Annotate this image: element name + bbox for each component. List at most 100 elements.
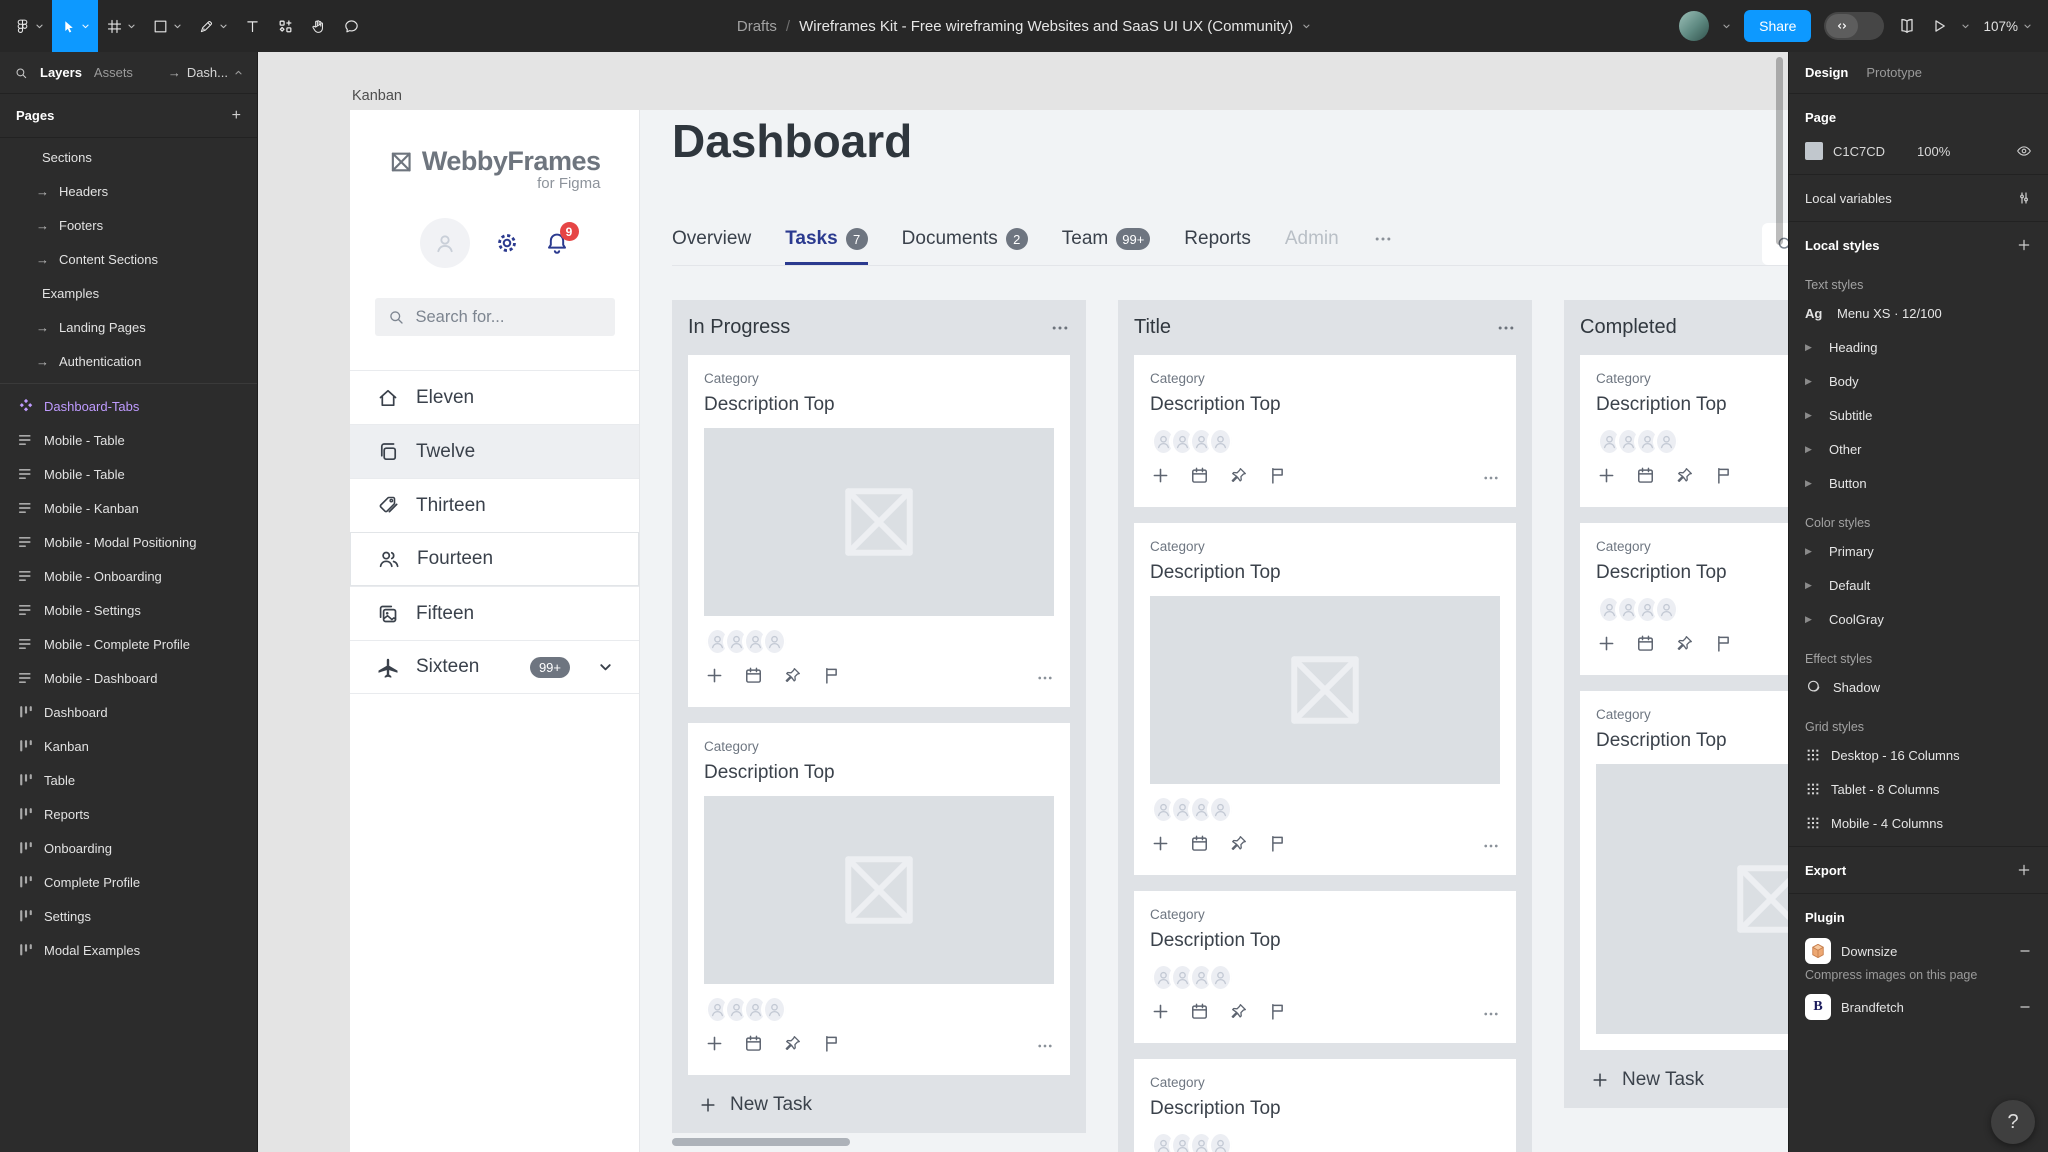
assignee-avatar[interactable]	[1207, 796, 1234, 823]
library-book-icon[interactable]	[1897, 16, 1917, 36]
card-flag-action[interactable]	[1267, 833, 1288, 859]
assignee-avatar[interactable]	[1653, 596, 1680, 623]
style-group-body[interactable]: ▶Body	[1789, 364, 2048, 398]
color-swatch[interactable]	[1805, 142, 1823, 160]
text-tool-button[interactable]	[236, 0, 269, 52]
card-schedule-action[interactable]	[1635, 465, 1656, 491]
card-flag-action[interactable]	[821, 665, 842, 691]
wireframe-search-input[interactable]: Search for...	[375, 298, 615, 336]
sidebar-page-item[interactable]: →Footers	[0, 208, 257, 242]
card-schedule-action[interactable]	[1189, 1001, 1210, 1027]
style-item-shadow[interactable]: Shadow	[1789, 670, 2048, 704]
sidebar-page-item[interactable]: Sections	[0, 140, 257, 174]
user-avatar[interactable]	[1679, 11, 1709, 41]
style-group-heading[interactable]: ▶Heading	[1789, 330, 2048, 364]
sidebar-page-item[interactable]: →Landing Pages	[0, 310, 257, 344]
card-flag-action[interactable]	[821, 1033, 842, 1059]
chevron-down-icon[interactable]	[1722, 22, 1731, 31]
task-card[interactable]: CategoryDescription Top	[1134, 355, 1516, 507]
sidebar-page-item[interactable]: Kanban	[0, 729, 257, 763]
canvas[interactable]: Kanban WebbyFrames for Figma 9	[258, 52, 1788, 1152]
sidebar-page-item[interactable]: Mobile - Table	[0, 423, 257, 457]
card-pin-action[interactable]	[1228, 465, 1249, 491]
wireframe-horizontal-scrollbar[interactable]	[672, 1138, 850, 1146]
nav-item-thirteen[interactable]: Thirteen	[350, 478, 639, 532]
frame-label[interactable]: Kanban	[352, 88, 402, 104]
remove-plugin-icon[interactable]	[2018, 944, 2032, 958]
tab-assets[interactable]: Assets	[94, 65, 133, 80]
card-pin-action[interactable]	[1674, 465, 1695, 491]
add-page-button[interactable]: +	[232, 107, 241, 125]
add-export-icon[interactable]	[2016, 862, 2032, 878]
card-pin-action[interactable]	[1674, 633, 1695, 659]
sidebar-page-item[interactable]: Examples	[0, 276, 257, 310]
task-card[interactable]: CategoryDescription Top	[688, 723, 1070, 1075]
shape-tool-button[interactable]	[144, 0, 190, 52]
task-card[interactable]: CategoryDescription Top	[1134, 1059, 1516, 1152]
card-schedule-action[interactable]	[743, 1033, 764, 1059]
sidebar-page-item[interactable]: Mobile - Table	[0, 457, 257, 491]
sidebar-page-item[interactable]: Dashboard	[0, 695, 257, 729]
page-color-row[interactable]: C1C7CD 100%	[1789, 134, 2048, 168]
share-button[interactable]: Share	[1744, 10, 1811, 42]
card-add-action[interactable]	[704, 1033, 725, 1059]
card-add-action[interactable]	[1150, 1001, 1171, 1027]
card-flag-action[interactable]	[1267, 465, 1288, 491]
chevron-down-icon[interactable]	[1961, 22, 1970, 31]
main-menu-button[interactable]	[6, 0, 52, 52]
assignee-avatar[interactable]	[1207, 964, 1234, 991]
zoom-menu[interactable]: 107%	[1983, 19, 2032, 34]
wireframe-tab-admin[interactable]: Admin	[1285, 228, 1339, 265]
actions-tool-button[interactable]	[269, 0, 302, 52]
card-pin-action[interactable]	[1228, 1001, 1249, 1027]
sidebar-page-item[interactable]: Mobile - Settings	[0, 593, 257, 627]
variables-icon[interactable]	[2016, 190, 2032, 206]
help-button[interactable]: ?	[1991, 1100, 2035, 1144]
wireframe-tab-overview[interactable]: Overview	[672, 228, 751, 265]
nav-item-twelve[interactable]: Twelve	[350, 424, 639, 478]
sidebar-page-item[interactable]: Settings	[0, 899, 257, 933]
wireframe-tab-team[interactable]: Team99+	[1062, 228, 1151, 265]
assignee-avatar[interactable]	[761, 996, 788, 1023]
sidebar-page-item[interactable]: Mobile - Modal Positioning	[0, 525, 257, 559]
nav-item-sixteen[interactable]: Sixteen99+	[350, 640, 639, 694]
task-card[interactable]: CategoryDescription Top	[1580, 355, 1788, 507]
sidebar-page-item[interactable]: Onboarding	[0, 831, 257, 865]
style-group-button[interactable]: ▶Button	[1789, 466, 2048, 500]
task-card[interactable]: CategoryDescription Top	[1580, 523, 1788, 675]
card-add-action[interactable]	[704, 665, 725, 691]
comment-tool-button[interactable]	[335, 0, 368, 52]
grid-style-mobile[interactable]: Mobile - 4 Columns	[1789, 806, 2048, 840]
pen-tool-button[interactable]	[190, 0, 236, 52]
color-opacity[interactable]: 100%	[1917, 144, 1950, 159]
task-card[interactable]: CategoryDescription Top	[1134, 891, 1516, 1043]
sidebar-page-item[interactable]: →Authentication	[0, 344, 257, 378]
card-pin-action[interactable]	[782, 1033, 803, 1059]
assignee-avatar[interactable]	[1207, 1132, 1234, 1152]
sidebar-page-item[interactable]: Mobile - Onboarding	[0, 559, 257, 593]
notifications-bell[interactable]: 9	[544, 230, 570, 256]
sidebar-page-item[interactable]: →Headers	[0, 174, 257, 208]
assignee-avatar[interactable]	[1653, 428, 1680, 455]
card-flag-action[interactable]	[1267, 1001, 1288, 1027]
style-group-coolgray[interactable]: ▶CoolGray	[1789, 602, 2048, 636]
sidebar-page-item[interactable]: Mobile - Dashboard	[0, 661, 257, 695]
profile-avatar[interactable]	[420, 218, 470, 268]
eye-visibility-icon[interactable]	[2016, 143, 2032, 159]
sidebar-page-item[interactable]: Table	[0, 763, 257, 797]
sidebar-page-item[interactable]: Complete Profile	[0, 865, 257, 899]
assignee-avatar[interactable]	[1207, 428, 1234, 455]
remove-plugin-icon[interactable]	[2018, 1000, 2032, 1014]
hand-tool-button[interactable]	[302, 0, 335, 52]
style-item-menu-xs[interactable]: AgMenu XS · 12/100	[1789, 296, 2048, 330]
present-play-icon[interactable]	[1930, 17, 1948, 35]
style-group-primary[interactable]: ▶Primary	[1789, 534, 2048, 568]
move-tool-button[interactable]	[52, 0, 98, 52]
page-jump[interactable]: → Dash...	[168, 65, 243, 80]
kanban-frame[interactable]: WebbyFrames for Figma 9 Search for...	[350, 110, 1788, 1152]
nav-item-fifteen[interactable]: Fifteen	[350, 586, 639, 640]
wireframe-search-button[interactable]	[1762, 223, 1788, 265]
card-schedule-action[interactable]	[743, 665, 764, 691]
sidebar-page-item[interactable]: Mobile - Complete Profile	[0, 627, 257, 661]
chevron-down-icon[interactable]	[1302, 22, 1311, 31]
